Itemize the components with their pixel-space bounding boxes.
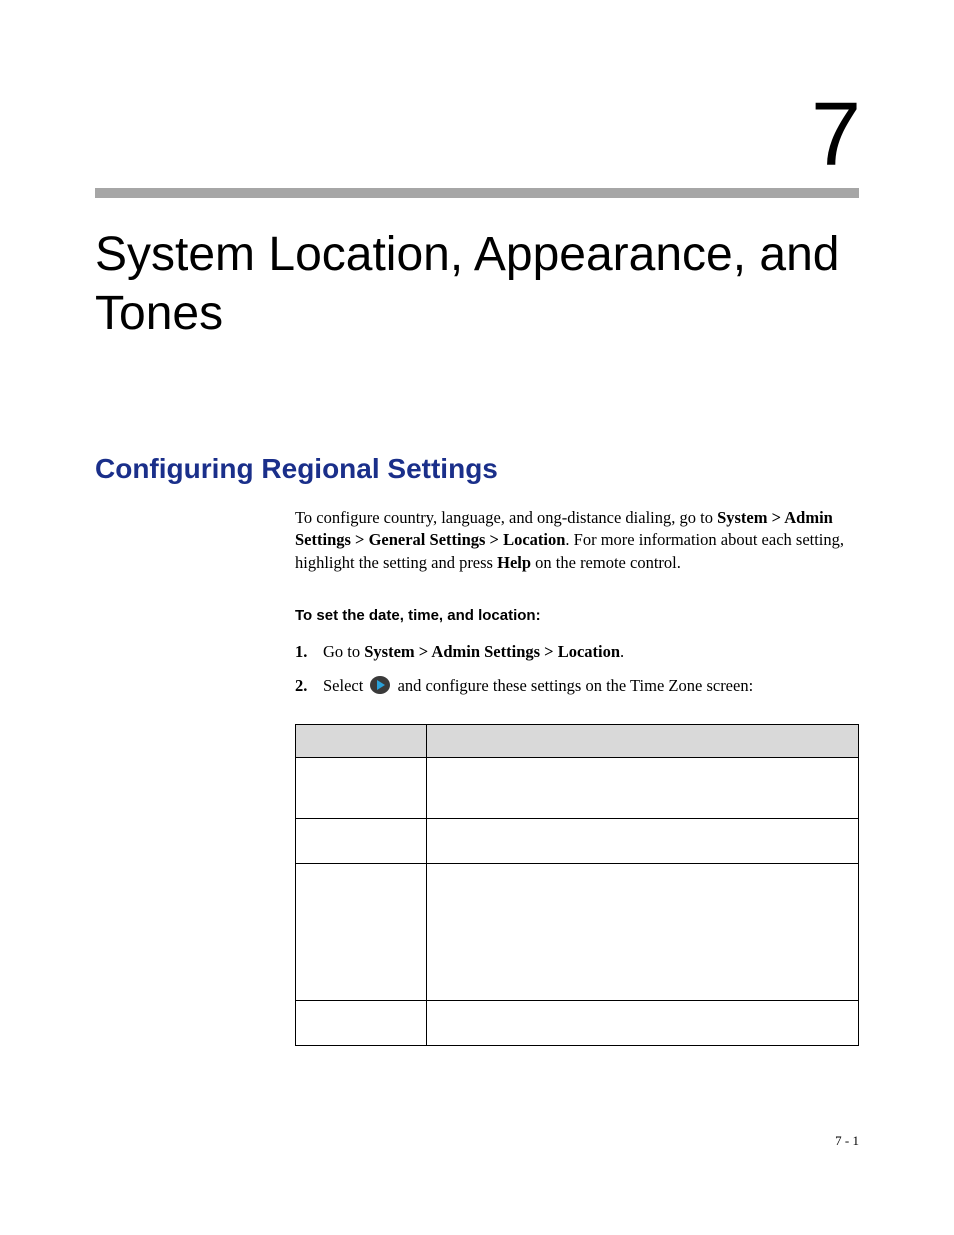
procedure-heading: To set the date, time, and location: bbox=[295, 606, 859, 626]
table-cell bbox=[296, 757, 427, 818]
table-cell bbox=[427, 818, 859, 863]
table-cell bbox=[427, 1000, 859, 1045]
table-cell bbox=[296, 1000, 427, 1045]
table-row bbox=[296, 863, 859, 1000]
table-cell bbox=[296, 863, 427, 1000]
page-footer: 7 - 1 bbox=[835, 1133, 859, 1149]
text: on the remote control. bbox=[531, 553, 681, 572]
text: To configure country, language, and ong-… bbox=[295, 508, 717, 527]
steps-list: Go to System > Admin Settings > Location… bbox=[295, 640, 859, 702]
settings-table bbox=[295, 724, 859, 1046]
body-block: To configure country, language, and ong-… bbox=[295, 507, 859, 1046]
text: Select bbox=[323, 676, 367, 695]
chapter-number: 7 bbox=[95, 90, 859, 180]
text: Go to bbox=[323, 642, 364, 661]
intro-paragraph: To configure country, language, and ong-… bbox=[295, 507, 859, 574]
page: 7 System Location, Appearance, and Tones… bbox=[0, 0, 954, 1235]
chapter-title: System Location, Appearance, and Tones bbox=[95, 226, 859, 343]
table-row bbox=[296, 757, 859, 818]
table-cell bbox=[296, 818, 427, 863]
step-2: Select and configure these settings on t… bbox=[295, 674, 859, 702]
table-header-cell bbox=[427, 724, 859, 757]
step-1: Go to System > Admin Settings > Location… bbox=[295, 640, 859, 664]
table-row bbox=[296, 818, 859, 863]
table-header-cell bbox=[296, 724, 427, 757]
horizontal-rule bbox=[95, 188, 859, 198]
next-arrow-icon bbox=[369, 675, 391, 702]
table-cell bbox=[427, 757, 859, 818]
text: and configure these settings on the Time… bbox=[398, 676, 754, 695]
table-row bbox=[296, 1000, 859, 1045]
nav-path: System > Admin Settings > Location bbox=[364, 642, 620, 661]
table-header-row bbox=[296, 724, 859, 757]
table-cell bbox=[427, 863, 859, 1000]
help-key: Help bbox=[497, 553, 531, 572]
section-heading: Configuring Regional Settings bbox=[95, 453, 859, 485]
text: . bbox=[620, 642, 624, 661]
